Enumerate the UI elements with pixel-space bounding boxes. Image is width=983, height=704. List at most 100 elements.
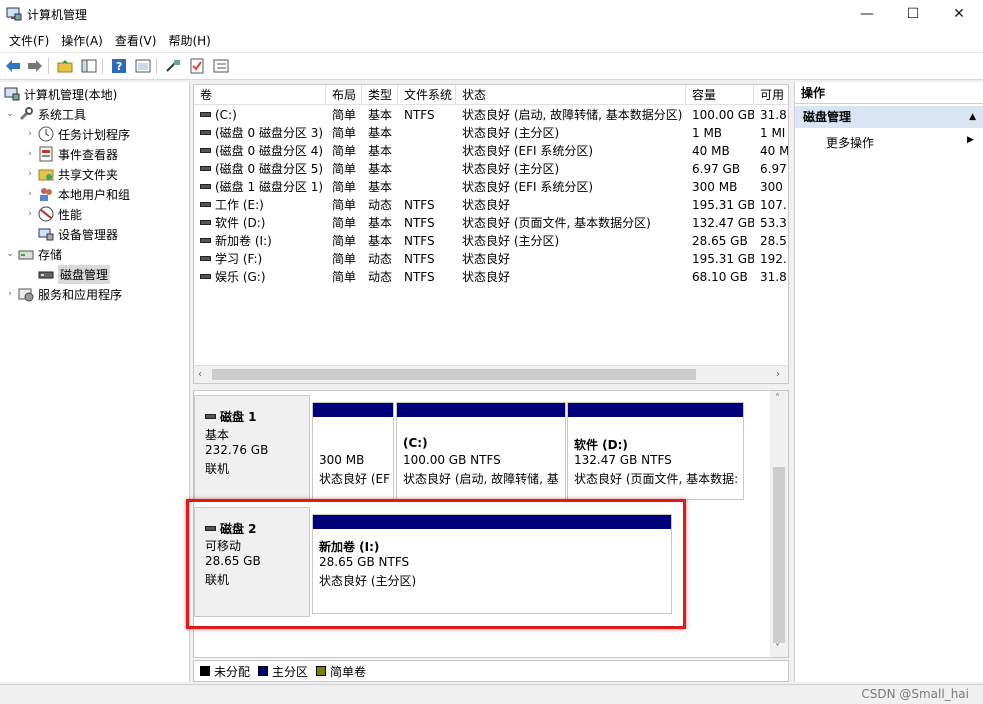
volume-row[interactable]: (磁盘 1 磁盘分区 1) 简单 基本 状态良好 (EFI 系统分区) 300 MB 30…: [194, 178, 788, 196]
partition-d[interactable]: 软件 (D:) 132.47 GB NTFS 状态良好 (页面文件, 基本数据:: [567, 402, 744, 500]
collapse-icon[interactable]: ▲: [969, 106, 976, 128]
chevron-right-icon[interactable]: ›: [24, 169, 36, 179]
column-header-free[interactable]: 可用: [754, 85, 788, 105]
chevron-down-icon[interactable]: ⌄: [4, 109, 16, 119]
horizontal-scrollbar[interactable]: ‹ ›: [194, 365, 788, 383]
column-header-type[interactable]: 类型: [362, 85, 398, 105]
scroll-up-icon[interactable]: ˄: [775, 393, 780, 404]
chevron-right-icon[interactable]: ›: [24, 189, 36, 199]
scroll-right-icon[interactable]: ›: [776, 369, 780, 380]
actions-section-disk-management[interactable]: 磁盘管理 ▲: [795, 106, 983, 128]
tree-item-computer-management[interactable]: 计算机管理(本地): [4, 84, 117, 104]
tree-item-local-users[interactable]: › 本地用户和组: [24, 184, 130, 204]
tree-label: 计算机管理(本地): [24, 87, 118, 102]
menu-help[interactable]: 帮助(H): [163, 32, 215, 49]
chevron-right-icon[interactable]: ›: [24, 129, 36, 139]
minimize-button[interactable]: —: [844, 0, 890, 28]
list-view-icon[interactable]: [212, 57, 230, 75]
volume-filesystem: [398, 124, 456, 142]
legend-swatch-simple: [316, 666, 327, 676]
menu-file[interactable]: 文件(F): [4, 32, 54, 49]
volume-capacity: 195.31 GB: [692, 198, 754, 212]
close-button[interactable]: ✕: [936, 0, 982, 28]
tree-item-system-tools[interactable]: ⌄ 系统工具: [4, 104, 86, 124]
partition-size: 132.47 GB NTFS: [574, 453, 672, 467]
tree-item-event-viewer[interactable]: › 事件查看器: [24, 144, 118, 164]
more-actions-item[interactable]: 更多操作: [826, 134, 874, 152]
column-header-filesystem[interactable]: 文件系统: [398, 85, 456, 105]
volume-filesystem: [398, 160, 456, 178]
tree-label: 服务和应用程序: [38, 287, 123, 302]
volume-name: (磁盘 0 磁盘分区 4): [215, 144, 324, 158]
disk-1-header[interactable]: 磁盘 1 基本 232.76 GB 联机: [194, 395, 310, 501]
tree-item-performance[interactable]: › 性能: [24, 204, 82, 224]
chevron-right-icon[interactable]: ›: [24, 209, 36, 219]
tree-item-shared-folders[interactable]: › 共享文件夹: [24, 164, 118, 184]
scroll-left-icon[interactable]: ‹: [198, 369, 202, 380]
volume-row[interactable]: (磁盘 0 磁盘分区 4) 简单 基本 状态良好 (EFI 系统分区) 40 MB 40 …: [194, 142, 788, 160]
scrollbar-thumb[interactable]: [773, 467, 785, 643]
volume-filesystem: [398, 142, 456, 160]
disk-1-state: 联机: [205, 462, 230, 476]
volume-row[interactable]: 软件 (D:) 简单 基本 NTFS 状态良好 (页面文件, 基本数据分区) 132.47…: [194, 214, 788, 232]
partition-disk1-efi[interactable]: 300 MB 状态良好 (EF: [312, 402, 394, 500]
volume-layout: 简单: [332, 252, 357, 266]
volume-row[interactable]: (C:) 简单 基本 NTFS 状态良好 (启动, 故障转储, 基本数据分区) 100.0…: [194, 106, 788, 124]
column-header-status[interactable]: 状态: [456, 85, 686, 105]
volume-name-cell: (磁盘 0 磁盘分区 4): [194, 142, 326, 160]
scroll-down-icon[interactable]: ˅: [775, 643, 780, 654]
show-hide-tree-icon[interactable]: [80, 57, 98, 75]
volume-capacity: 40 MB: [692, 144, 730, 158]
chevron-down-icon[interactable]: ⌄: [4, 249, 16, 259]
back-icon[interactable]: [4, 57, 22, 75]
help-icon[interactable]: ?: [110, 57, 128, 75]
tree-item-disk-management[interactable]: 磁盘管理: [38, 264, 111, 284]
partition-c[interactable]: (C:) 100.00 GB NTFS 状态良好 (启动, 故障转储, 基: [396, 402, 566, 500]
volume-capacity: 1 MB: [692, 126, 723, 140]
menu-action[interactable]: 操作(A): [56, 32, 108, 49]
volume-layout: 简单: [332, 270, 357, 284]
tree-item-services-apps[interactable]: › 服务和应用程序: [4, 284, 122, 304]
volume-filesystem: [398, 178, 456, 196]
volume-row[interactable]: 娱乐 (G:) 简单 动态 NTFS 状态良好 68.10 GB 31.8: [194, 268, 788, 286]
column-header-layout[interactable]: 布局: [326, 85, 362, 105]
chevron-right-icon[interactable]: ›: [24, 149, 36, 159]
volume-row[interactable]: 学习 (F:) 简单 动态 NTFS 状态良好 195.31 GB 192.: [194, 250, 788, 268]
tree-item-device-manager[interactable]: 设备管理器: [38, 224, 118, 244]
tree-item-storage[interactable]: ⌄ 存储: [4, 244, 62, 264]
legend-primary: 主分区: [272, 664, 309, 679]
tree-label: 存储: [38, 247, 63, 262]
partition-status: 状态良好 (启动, 故障转储, 基: [403, 472, 559, 486]
vertical-scrollbar[interactable]: ˄ ˅: [770, 391, 788, 657]
volume-capacity: 300 MB: [692, 180, 738, 194]
volume-row[interactable]: (磁盘 0 磁盘分区 3) 简单 基本 状态良好 (主分区) 1 MB 1 MI: [194, 124, 788, 142]
volume-free: 300: [760, 180, 783, 194]
chevron-right-icon[interactable]: ›: [4, 289, 16, 299]
services-icon: [18, 286, 34, 302]
properties-icon[interactable]: [134, 57, 152, 75]
forward-icon[interactable]: [26, 57, 44, 75]
volume-name: (C:): [215, 108, 237, 122]
tree-item-task-scheduler[interactable]: › 任务计划程序: [24, 124, 130, 144]
checklist-icon[interactable]: [188, 57, 206, 75]
volume-layout: 简单: [332, 126, 357, 140]
scrollbar-thumb[interactable]: [212, 369, 696, 380]
legend-simple: 简单卷: [330, 664, 367, 679]
navigation-tree: 计算机管理(本地) ⌄ 系统工具 › 任务计划程序 › 事件查看器 › 共享文件…: [0, 82, 190, 682]
clock-icon: [38, 126, 54, 142]
volume-free: 192.: [760, 252, 787, 266]
partition-label: (C:): [403, 436, 428, 450]
volume-capacity: 28.65 GB: [692, 234, 748, 248]
menu-view[interactable]: 查看(V): [110, 32, 162, 49]
volume-row[interactable]: 新加卷 (I:) 简单 基本 NTFS 状态良好 (主分区) 28.65 GB 28.5: [194, 232, 788, 250]
volume-capacity: 100.00 GB: [692, 108, 754, 122]
volume-drive-icon: [200, 256, 211, 261]
connect-icon[interactable]: [164, 57, 182, 75]
volume-row[interactable]: 工作 (E:) 简单 动态 NTFS 状态良好 195.31 GB 107.: [194, 196, 788, 214]
volume-row[interactable]: (磁盘 0 磁盘分区 5) 简单 基本 状态良好 (主分区) 6.97 GB 6.97: [194, 160, 788, 178]
column-header-capacity[interactable]: 容量: [686, 85, 754, 105]
column-header-volume[interactable]: 卷: [194, 85, 326, 105]
maximize-button[interactable]: ☐: [890, 0, 936, 28]
submenu-arrow-icon[interactable]: ▶: [967, 135, 974, 145]
up-folder-icon[interactable]: [56, 57, 74, 75]
